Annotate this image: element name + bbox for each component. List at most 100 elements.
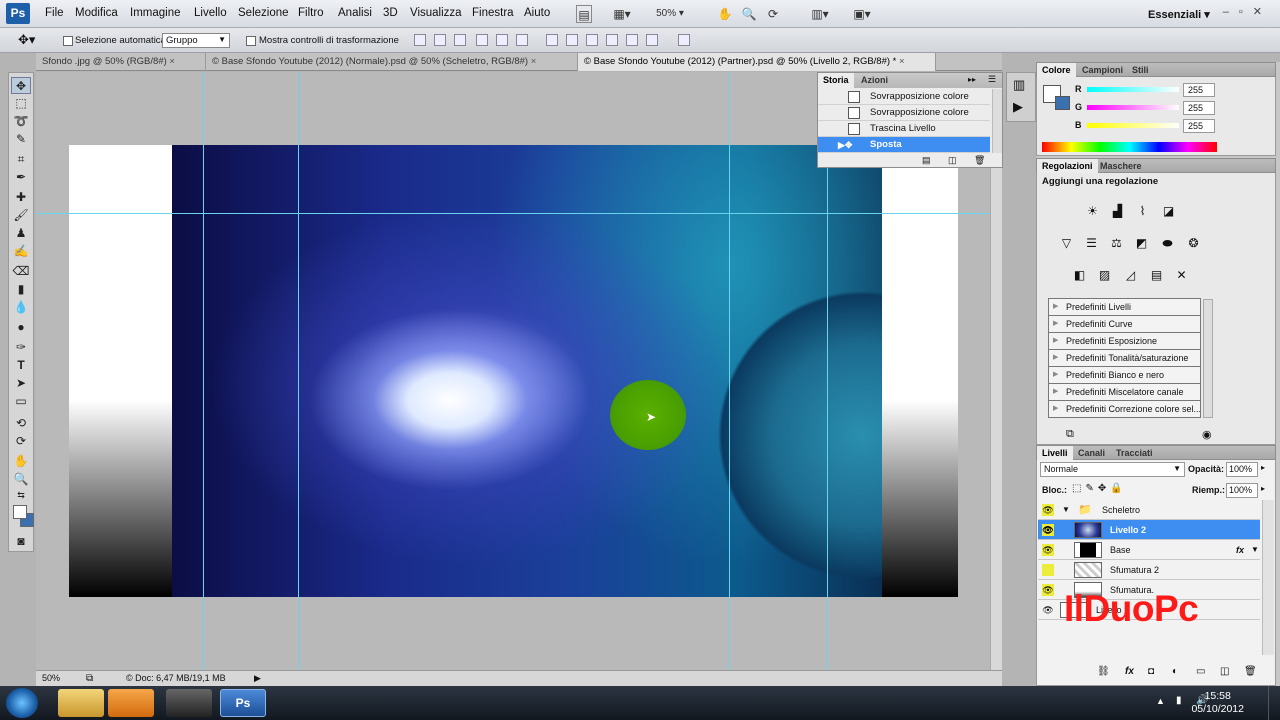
history-item[interactable]: Sovrapposizione colore [818, 89, 990, 105]
hue-saturation-icon[interactable]: ☰ [1082, 235, 1101, 252]
preset-tonalita[interactable]: Predefiniti Tonalità/saturazione [1048, 350, 1201, 367]
guide-vertical[interactable] [203, 72, 204, 670]
tray-arrow-icon[interactable]: ▲ [1156, 696, 1165, 706]
add-layer-style-icon[interactable]: fx [1125, 666, 1134, 677]
fill-field[interactable]: 100% [1226, 483, 1258, 498]
blend-mode-select[interactable]: Normale ▼ [1040, 462, 1185, 477]
tab-canali[interactable]: Canali [1073, 446, 1110, 461]
new-snapshot-icon[interactable]: ◫ [948, 155, 957, 166]
view-extras-icon[interactable]: ▦▾ [608, 5, 636, 23]
swap-colors-icon[interactable]: ⇆ [11, 487, 31, 504]
clone-stamp-icon[interactable]: ♟ [11, 225, 31, 242]
align-bottom-icon[interactable] [454, 34, 466, 46]
menu-selezione[interactable]: Selezione [238, 7, 289, 19]
guide-vertical[interactable] [298, 72, 299, 670]
panel-collapse-icon[interactable]: ▸▸ [968, 75, 976, 84]
quick-select-tool-icon[interactable]: ✎ [11, 131, 31, 148]
preset-curve[interactable]: Predefiniti Curve [1048, 316, 1201, 333]
layer-visibility-eye-icon[interactable]: 👁 [1042, 604, 1054, 616]
3d-orbit-icon[interactable]: ⟳ [11, 433, 31, 450]
presets-scrollbar[interactable] [1203, 299, 1213, 418]
posterize-icon[interactable]: ▨ [1095, 267, 1114, 284]
tab-base-partner[interactable]: © Base Sfondo Youtube (2012) (Partner).p… [578, 53, 936, 71]
align-top-icon[interactable] [414, 34, 426, 46]
gradient-tool-icon[interactable]: ▮ [11, 281, 31, 298]
align-left-icon[interactable] [476, 34, 488, 46]
align-vcenter-icon[interactable] [434, 34, 446, 46]
panel-menu-icon[interactable]: ☰ [988, 74, 996, 85]
black-white-icon[interactable]: ◩ [1132, 235, 1151, 252]
menu-finestra[interactable]: Finestra [472, 7, 514, 19]
lock-icons[interactable]: ⬚✎✥🔒 [1072, 483, 1127, 494]
preset-correzione-colore[interactable]: Predefiniti Correzione colore sel... [1048, 401, 1201, 418]
auto-select-dropdown[interactable]: Gruppo ▼ [162, 33, 230, 48]
history-item[interactable]: Trascina Livello [818, 121, 990, 137]
preset-miscelatore[interactable]: Predefiniti Miscelatore canale [1048, 384, 1201, 401]
network-icon[interactable]: ▮ [1176, 695, 1182, 706]
layer-row-sfumatura-2[interactable]: Sfumatura 2 [1038, 560, 1260, 580]
actions-panel-icon[interactable]: ▶ [1013, 99, 1023, 115]
menu-analisi[interactable]: Analisi [338, 7, 372, 19]
adjustment-options-icon[interactable]: ◉ [1202, 428, 1212, 441]
close-tab-icon[interactable]: × [899, 56, 905, 67]
hand-icon[interactable]: ✋ [11, 453, 31, 470]
menu-immagine[interactable]: Immagine [130, 7, 181, 19]
layer-visibility-eye-icon[interactable]: 👁 [1042, 584, 1054, 596]
tab-livelli[interactable]: Livelli [1037, 446, 1073, 461]
dodge-tool-icon[interactable]: ● [11, 319, 31, 336]
menu-filtro[interactable]: Filtro [298, 7, 324, 19]
vibrance-icon[interactable]: ▽ [1057, 235, 1076, 252]
close-tab-icon[interactable]: × [169, 56, 175, 67]
clip-to-layer-icon[interactable]: ⧉ [1066, 428, 1074, 441]
tab-azioni[interactable]: Azioni [856, 73, 893, 88]
window-controls[interactable]: –▫✕ [1223, 5, 1272, 18]
transform-controls-checkbox[interactable] [246, 36, 256, 46]
blue-slider[interactable] [1087, 123, 1179, 128]
layer-fx-icon[interactable]: fx [1236, 540, 1244, 560]
arrange-documents-icon[interactable]: ▥▾ [806, 5, 834, 23]
blur-tool-icon[interactable]: 💧 [11, 299, 31, 316]
align-right-icon[interactable] [516, 34, 528, 46]
color-spectrum-bar[interactable] [1042, 142, 1217, 152]
selective-color-icon[interactable]: ✕ [1172, 267, 1191, 284]
new-document-from-state-icon[interactable]: ▤ [922, 155, 931, 166]
eyedropper-tool-icon[interactable]: ✒ [11, 169, 31, 186]
healing-brush-icon[interactable]: ✚ [11, 189, 31, 206]
red-value-field[interactable]: 255 [1183, 83, 1215, 97]
close-tab-icon[interactable]: × [531, 56, 537, 67]
history-brush-icon[interactable]: ✍ [11, 243, 31, 260]
menu-modifica[interactable]: Modifica [75, 7, 118, 19]
status-proof-icon[interactable]: ⧉ [86, 671, 93, 686]
menu-visualizza[interactable]: Visualizza [410, 7, 462, 19]
color-balance-icon[interactable]: ⚖ [1107, 235, 1126, 252]
green-slider[interactable] [1087, 105, 1179, 110]
tab-campioni[interactable]: Campioni [1077, 63, 1128, 78]
move-tool-icon[interactable]: ✥ [11, 77, 31, 94]
tab-stili[interactable]: Stili [1127, 63, 1154, 78]
tab-base-normale[interactable]: © Base Sfondo Youtube (2012) (Normale).p… [206, 53, 578, 71]
new-group-icon[interactable]: ▭ [1196, 666, 1205, 677]
layer-row-livello-2[interactable]: 👁 Livello 2 [1038, 520, 1260, 540]
fx-expand-arrow-icon[interactable]: ▼ [1251, 540, 1259, 560]
screen-mode-icon[interactable]: ▣▾ [848, 5, 876, 23]
layer-visibility-eye-icon[interactable]: 👁 [1042, 504, 1054, 516]
explorer-taskbar-icon[interactable] [58, 689, 104, 717]
marquee-tool-icon[interactable]: ⬚ [11, 95, 31, 112]
distribute-top-icon[interactable] [546, 34, 558, 46]
menu-aiuto[interactable]: Aiuto [524, 7, 550, 19]
history-scrollbar[interactable] [992, 89, 1002, 153]
eraser-tool-icon[interactable]: ⌫ [11, 263, 31, 280]
zoom-tool-icon[interactable]: 🔍 [740, 5, 758, 23]
layers-scrollbar[interactable] [1262, 500, 1274, 655]
distribute-vcenter-icon[interactable] [566, 34, 578, 46]
blue-value-field[interactable]: 255 [1183, 119, 1215, 133]
align-hcenter-icon[interactable] [496, 34, 508, 46]
tab-storia[interactable]: Storia [818, 73, 854, 88]
gradient-map-icon[interactable]: ▤ [1147, 267, 1166, 284]
history-item-selected[interactable]: ▶✥ Sposta [818, 137, 990, 153]
lasso-tool-icon[interactable]: ➰ [11, 113, 31, 130]
pen-tool-icon[interactable]: ✑ [11, 339, 31, 356]
hand-tool-icon[interactable]: ✋ [716, 5, 734, 23]
history-panel-icon[interactable]: ▥ [1013, 77, 1025, 93]
brush-tool-icon[interactable]: 🖌 [11, 207, 31, 224]
